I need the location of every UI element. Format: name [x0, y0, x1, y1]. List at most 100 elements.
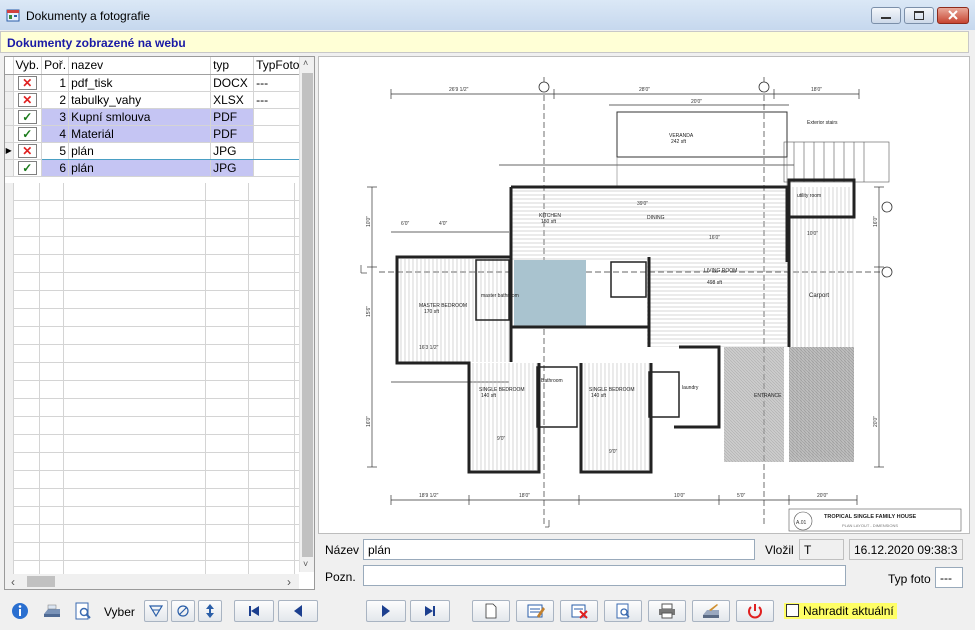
close-button[interactable]	[937, 7, 969, 24]
table-row[interactable]: ✕ 2 tabulky_vahy XLSX ---	[5, 91, 303, 109]
scroll-up-icon[interactable]: ˄	[303, 58, 308, 68]
plan-sheet-number: A.01	[796, 520, 807, 526]
checkbox-box[interactable]	[786, 604, 799, 617]
row-typ[interactable]: DOCX	[210, 74, 255, 92]
row-typfoto[interactable]	[253, 141, 303, 160]
row-typfoto[interactable]	[253, 108, 303, 126]
row-typfoto[interactable]	[253, 159, 303, 177]
typfoto-label: Typ foto	[888, 572, 931, 586]
svg-text:242 sft: 242 sft	[671, 139, 687, 145]
edit-document-button[interactable]	[516, 600, 554, 622]
print-button[interactable]	[648, 600, 686, 622]
documents-grid[interactable]: Vyb. Poř. nazev typ TypFoto ✕ 1 pdf_tisk…	[4, 56, 315, 590]
svg-text:20'0": 20'0"	[691, 99, 702, 105]
svg-text:18'9 1/2": 18'9 1/2"	[419, 493, 439, 499]
grid-vertical-scrollbar[interactable]: ˄ ˅	[299, 57, 314, 572]
row-typfoto[interactable]: ---	[253, 74, 303, 92]
next-record-button[interactable]	[366, 600, 406, 622]
row-typfoto[interactable]	[253, 125, 303, 143]
svg-text:498 sft: 498 sft	[707, 280, 723, 286]
row-typ[interactable]: JPG	[210, 159, 255, 177]
svg-text:10'0": 10'0"	[674, 493, 685, 499]
scrollbar-thumb[interactable]	[302, 73, 313, 557]
svg-text:9'0": 9'0"	[609, 449, 618, 455]
checked-icon[interactable]: ✓	[17, 126, 37, 141]
scroll-right-icon[interactable]: ›	[287, 575, 291, 589]
column-header-typ[interactable]: typ	[210, 57, 255, 75]
column-header-vyb[interactable]: Vyb.	[13, 57, 43, 75]
nazev-label: Název	[325, 543, 360, 557]
last-record-icon	[425, 606, 435, 616]
new-document-button[interactable]	[472, 600, 510, 622]
svg-text:28'0": 28'0"	[639, 87, 650, 93]
delete-document-icon	[571, 604, 588, 619]
scroll-left-icon[interactable]: ‹	[11, 575, 15, 589]
scanner-icon[interactable]	[42, 601, 62, 621]
unchecked-x-icon[interactable]: ✕	[17, 75, 37, 90]
select-none-button[interactable]	[171, 600, 195, 622]
exit-button[interactable]	[736, 600, 774, 622]
scrollbar-thumb[interactable]	[27, 576, 55, 587]
svg-text:20'0": 20'0"	[817, 493, 828, 499]
plan-title-block: TROPICAL SINGLE FAMILY HOUSE	[824, 514, 917, 520]
svg-text:150 sft: 150 sft	[541, 219, 557, 225]
row-nazev[interactable]: Kupní smlouva	[68, 108, 212, 126]
maximize-icon	[914, 11, 924, 20]
table-row[interactable]: ✓ 4 Materiál PDF	[5, 125, 303, 143]
minimize-button[interactable]	[871, 7, 901, 24]
view-document-button[interactable]	[604, 600, 642, 622]
row-typ[interactable]: XLSX	[210, 91, 255, 109]
row-indicator-icon: ▶	[5, 142, 14, 160]
column-header-poradi[interactable]: Poř.	[41, 57, 70, 75]
pozn-label: Pozn.	[325, 570, 356, 584]
nazev-field[interactable]: plán	[363, 539, 755, 560]
last-record-button[interactable]	[410, 600, 450, 622]
row-poradi: 5	[41, 141, 70, 160]
close-icon	[948, 10, 958, 20]
svg-text:16'0": 16'0"	[873, 216, 879, 227]
row-nazev[interactable]: pdf_tisk	[68, 74, 212, 92]
delete-document-button[interactable]	[560, 600, 598, 622]
table-row[interactable]: ✕ 1 pdf_tisk DOCX ---	[5, 74, 303, 92]
svg-text:10'0": 10'0"	[807, 231, 818, 237]
invert-selection-button[interactable]	[198, 600, 222, 622]
replace-current-checkbox[interactable]: Nahradit aktuální	[784, 603, 897, 619]
scroll-down-icon[interactable]: ˅	[303, 559, 308, 569]
vlozil-field: T	[799, 539, 844, 560]
svg-text:140 sft: 140 sft	[591, 393, 607, 399]
row-typ[interactable]: JPG	[210, 141, 255, 160]
row-nazev[interactable]: Materiál	[68, 125, 212, 143]
info-icon[interactable]	[10, 601, 30, 621]
maximize-button[interactable]	[904, 7, 934, 24]
svg-text:16'0": 16'0"	[709, 235, 720, 241]
plan-label-bathroom: Bathroom	[541, 378, 563, 384]
row-typfoto[interactable]: ---	[253, 91, 303, 109]
pozn-field[interactable]	[363, 565, 846, 586]
checked-icon[interactable]: ✓	[17, 109, 37, 124]
table-row[interactable]: ✓ 3 Kupní smlouva PDF	[5, 108, 303, 126]
unchecked-x-icon[interactable]: ✕	[17, 92, 37, 107]
svg-text:10'0": 10'0"	[366, 216, 372, 227]
previous-record-button[interactable]	[278, 600, 318, 622]
table-row-current[interactable]: ▶ ✕ 5 plán JPG	[5, 141, 303, 160]
row-nazev[interactable]: plán	[68, 159, 212, 177]
row-nazev[interactable]: plán	[68, 141, 212, 160]
view-document-icon	[616, 603, 630, 619]
plan-label-dining: DINING	[647, 215, 665, 221]
svg-text:master bathroom: master bathroom	[481, 293, 519, 299]
typfoto-field[interactable]: ---	[935, 567, 963, 588]
row-typ[interactable]: PDF	[210, 108, 255, 126]
scan-button[interactable]	[692, 600, 730, 622]
vlozil-label: Vložil	[765, 543, 794, 557]
select-all-button[interactable]	[144, 600, 168, 622]
row-typ[interactable]: PDF	[210, 125, 255, 143]
grid-horizontal-scrollbar[interactable]: ‹ ›	[5, 574, 299, 589]
first-record-button[interactable]	[234, 600, 274, 622]
column-header-typfoto[interactable]: TypFoto	[253, 57, 303, 75]
preview-document-icon[interactable]	[73, 601, 93, 621]
row-nazev[interactable]: tabulky_vahy	[68, 91, 212, 109]
unchecked-x-icon[interactable]: ✕	[17, 143, 37, 158]
checked-icon[interactable]: ✓	[17, 160, 37, 175]
table-row[interactable]: ✓ 6 plán JPG	[5, 159, 303, 177]
column-header-nazev[interactable]: nazev	[68, 57, 212, 75]
